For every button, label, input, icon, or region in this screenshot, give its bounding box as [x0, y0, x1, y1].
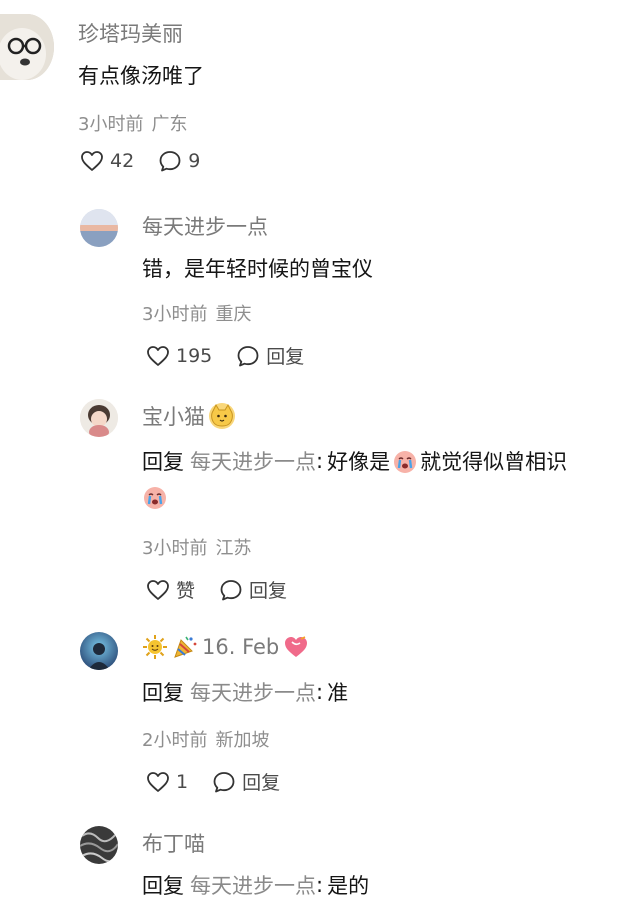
comment-text-body: 有点像汤唯了: [78, 64, 204, 88]
like-button[interactable]: 42: [80, 150, 134, 172]
colon-separator: :: [316, 680, 324, 704]
colon-separator: :: [316, 873, 324, 897]
comment-text-body: 准: [327, 681, 349, 705]
username-text[interactable]: 宝小猫: [142, 401, 205, 431]
timestamp: 3小时前: [78, 114, 144, 135]
comment-text-body: 好像是: [327, 450, 391, 474]
like-label: 赞: [176, 580, 196, 602]
heart-gift-emoji: [283, 634, 309, 660]
heart-icon: [147, 771, 169, 792]
sun-emoji: [142, 634, 168, 660]
comment-meta: 3小时前 江苏: [142, 534, 251, 560]
comment-bubble-icon: [220, 579, 242, 600]
reply-prefix: 回复: [142, 874, 184, 898]
comment-bubble-icon: [213, 771, 235, 792]
timestamp: 3小时前: [142, 304, 208, 325]
reply-count: 9: [188, 150, 201, 172]
comment-text-body: 是的: [327, 874, 370, 898]
heart-icon: [147, 579, 169, 600]
username-text[interactable]: 16. Feb: [202, 635, 279, 659]
crying-emoji: [142, 484, 168, 510]
heart-icon: [81, 151, 103, 171]
reply-prefix: 回复: [142, 681, 184, 705]
avatar[interactable]: [80, 826, 118, 864]
username[interactable]: 16. Feb: [142, 634, 309, 660]
party-horn-emoji: [172, 634, 198, 660]
comment-text-body: 错，是年轻时候的曾宝仪: [142, 257, 373, 281]
location: 新加坡: [215, 730, 270, 751]
cat-emoji: [209, 403, 235, 429]
comment-actions: 赞 回复: [146, 576, 311, 603]
reply-prefix: 回复: [142, 450, 184, 474]
like-button[interactable]: 1: [146, 771, 188, 793]
comment-meta: 2小时前 新加坡: [142, 726, 269, 752]
comment-text-line-2: [142, 484, 168, 510]
comment-text-body-continued: 就觉得似曾相识: [420, 450, 568, 474]
avatar[interactable]: [80, 209, 118, 247]
reply-to-user[interactable]: 每天进步一点: [190, 870, 316, 900]
username[interactable]: 每天进步一点: [142, 211, 268, 241]
reply-button[interactable]: 回复: [236, 342, 304, 369]
reply-button[interactable]: 回复: [212, 768, 280, 795]
username-text[interactable]: 布丁喵: [142, 828, 205, 858]
like-count: 1: [176, 770, 189, 793]
reply-count-button[interactable]: 9: [158, 150, 200, 172]
like-count: 195: [176, 344, 213, 367]
reply-to-user[interactable]: 每天进步一点: [190, 446, 316, 476]
comment-bubble-icon: [237, 345, 259, 366]
timestamp: 2小时前: [142, 730, 208, 751]
comment-meta: 3小时前 广东: [78, 110, 187, 136]
reply-label: 回复: [249, 580, 288, 602]
reply-label: 回复: [242, 772, 281, 794]
avatar[interactable]: [80, 399, 118, 437]
timestamp: 3小时前: [142, 538, 208, 559]
reply-to-user[interactable]: 每天进步一点: [190, 677, 316, 707]
username[interactable]: 珍塔玛美丽: [78, 18, 183, 48]
username[interactable]: 宝小猫: [142, 401, 235, 431]
comment-text: 错，是年轻时候的曾宝仪: [142, 253, 373, 283]
like-button[interactable]: 195: [146, 345, 212, 367]
comment-text: 回复 每天进步一点 : 是的: [142, 870, 369, 900]
avatar[interactable]: [0, 14, 54, 80]
username-text[interactable]: 珍塔玛美丽: [78, 18, 183, 48]
like-button[interactable]: 赞: [146, 576, 195, 603]
username[interactable]: 布丁喵: [142, 828, 205, 858]
comment-actions: 1 回复: [146, 768, 304, 795]
reply-label: 回复: [266, 346, 305, 368]
comment-bubble-icon: [159, 151, 181, 172]
comment-text: 回复 每天进步一点 : 准: [142, 677, 348, 707]
location: 江苏: [215, 538, 252, 559]
comment-actions: 42 9: [80, 150, 224, 172]
crying-emoji: [392, 448, 418, 474]
like-count: 42: [110, 150, 135, 172]
username-text[interactable]: 每天进步一点: [142, 211, 268, 241]
reply-button[interactable]: 回复: [219, 576, 287, 603]
comment-meta: 3小时前 重庆: [142, 300, 251, 326]
comment-text: 有点像汤唯了: [78, 60, 204, 90]
colon-separator: :: [316, 449, 324, 473]
comment-actions: 195 回复: [146, 342, 328, 369]
comment-text: 回复 每天进步一点 : 好像是 就觉得似曾相识: [142, 446, 567, 476]
heart-icon: [147, 345, 169, 366]
avatar[interactable]: [80, 632, 118, 670]
location: 重庆: [215, 304, 252, 325]
location: 广东: [151, 114, 188, 135]
